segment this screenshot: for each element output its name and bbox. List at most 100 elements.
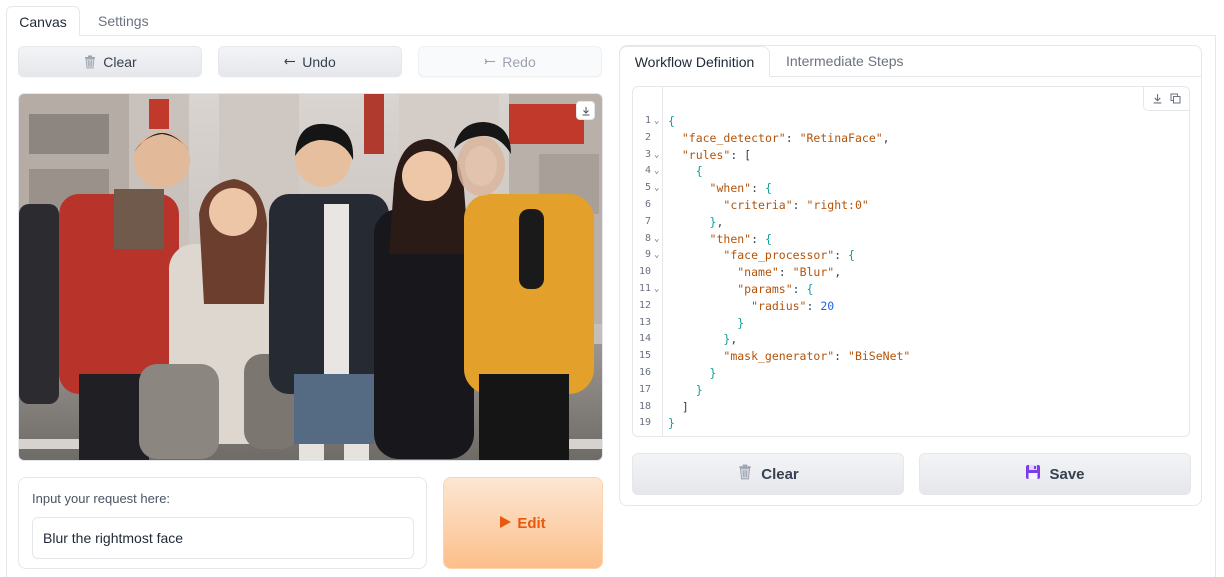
code-line: 7 },	[633, 214, 1189, 231]
code-line: 8 ⌄ "then": {	[633, 231, 1189, 248]
clear-label: Clear	[103, 53, 137, 70]
code-text: "name": "Blur",	[737, 265, 842, 280]
redo-label: Redo	[502, 53, 536, 70]
canvas-image[interactable]	[18, 93, 603, 461]
code-toolbar	[1143, 87, 1189, 111]
code-line: 19}	[633, 415, 1189, 432]
line-number: 7	[644, 215, 651, 227]
line-number: 13	[638, 316, 651, 328]
right-tab-divider	[769, 76, 1201, 77]
save-button[interactable]: Save	[919, 453, 1191, 495]
download-icon	[581, 103, 591, 119]
code-text: "face_processor": {	[723, 248, 855, 263]
redo-icon	[484, 57, 496, 67]
tab-intermediate-steps[interactable]: Intermediate Steps	[786, 46, 904, 77]
fold-chevron-icon[interactable]: ⌄	[654, 163, 659, 180]
code-text: }	[709, 365, 717, 380]
code-line: 14 },	[633, 331, 1189, 348]
undo-icon	[284, 57, 296, 67]
code-line: 2 "face_detector": "RetinaFace",	[633, 130, 1189, 147]
trash-icon	[83, 55, 97, 69]
code-text: }	[668, 416, 675, 431]
save-label: Save	[1049, 465, 1085, 483]
redo-button[interactable]: Redo	[418, 46, 602, 77]
download-code-icon[interactable]	[1152, 91, 1163, 107]
code-text: "params": {	[737, 281, 814, 296]
clear-canvas-button[interactable]: Clear	[18, 46, 202, 77]
request-label: Input your request here:	[32, 491, 171, 506]
workflow-code-editor[interactable]: 1 ⌄{2 "face_detector": "RetinaFace", 3 ⌄ "r…	[632, 86, 1190, 437]
code-line: 17 }	[633, 382, 1189, 399]
code-line: 1 ⌄ {	[633, 113, 1189, 130]
code-text: {	[668, 114, 675, 128]
code-text: ]	[668, 399, 689, 414]
code-lines: 1 ⌄{2 "face_detector": "RetinaFace", 3 ⌄ "r…	[633, 113, 1189, 432]
code-text: },	[709, 214, 724, 229]
edit-button[interactable]: Edit	[443, 477, 603, 569]
line-number: 2	[644, 131, 651, 143]
copy-icon[interactable]	[1170, 91, 1181, 107]
clear-workflow-label: Clear	[761, 465, 799, 483]
line-number: 3	[644, 148, 651, 160]
code-text: "when": {	[709, 181, 772, 196]
top-tab-bar: Canvas Settings	[0, 0, 1224, 36]
code-text: "face_detector": "RetinaFace",	[681, 130, 890, 145]
tab-settings[interactable]: Settings	[82, 6, 165, 36]
tab-canvas[interactable]: Canvas	[6, 6, 80, 36]
tab-workflow-definition[interactable]: Workflow Definition	[619, 46, 770, 77]
line-number: 19	[638, 417, 651, 429]
edit-label: Edit	[517, 514, 546, 532]
street-group-photo	[19, 94, 602, 460]
fold-chevron-icon[interactable]: ⌄	[654, 180, 659, 197]
code-line: 10 "name": "Blur",	[633, 264, 1189, 281]
line-number: 1	[644, 115, 651, 126]
line-number: 5	[644, 182, 651, 194]
fold-chevron-icon[interactable]: ⌄	[654, 113, 659, 130]
code-text: }	[737, 315, 745, 330]
fold-chevron-icon[interactable]: ⌄	[654, 147, 659, 164]
line-number: 16	[638, 366, 651, 378]
line-number: 14	[638, 333, 651, 345]
code-line: 9 ⌄ "face_processor": {	[633, 247, 1189, 264]
line-number: 11	[638, 282, 651, 294]
code-line: 3 ⌄ "rules": [	[633, 147, 1189, 164]
line-number: 8	[644, 232, 651, 244]
line-number: 10	[638, 266, 651, 278]
clear-workflow-button[interactable]: Clear	[632, 453, 904, 495]
code-line: 18 ]	[633, 399, 1189, 416]
code-text: {	[695, 164, 703, 179]
code-line: 4 ⌄ {	[633, 163, 1189, 180]
download-image-button[interactable]	[576, 101, 595, 120]
code-text: "then": {	[709, 231, 772, 246]
fold-chevron-icon[interactable]: ⌄	[654, 231, 659, 248]
floppy-disk-icon	[1025, 464, 1041, 484]
code-text: "criteria": "right:0"	[723, 197, 869, 212]
trash-icon	[737, 464, 753, 484]
code-line: 12 "radius": 20	[633, 298, 1189, 315]
code-line: 6 "criteria": "right:0"	[633, 197, 1189, 214]
fold-chevron-icon[interactable]: ⌄	[654, 281, 659, 298]
code-line: 16 }	[633, 365, 1189, 382]
code-text: },	[723, 332, 738, 347]
code-text: "mask_generator": "BiSeNet"	[723, 349, 911, 364]
line-number: 4	[644, 165, 651, 177]
fold-chevron-icon[interactable]: ⌄	[654, 247, 659, 264]
code-text: "rules": [	[681, 147, 752, 162]
workflow-panel: Workflow Definition Intermediate Steps 1…	[619, 45, 1202, 506]
line-number: 12	[638, 299, 651, 311]
code-line: 13 }	[633, 315, 1189, 332]
line-number: 6	[644, 198, 651, 210]
line-number: 17	[638, 383, 651, 395]
code-text: "radius": 20	[751, 298, 835, 313]
request-input[interactable]: Blur the rightmost face	[32, 517, 414, 559]
undo-button[interactable]: Undo	[218, 46, 402, 77]
request-panel: Input your request here: Blur the rightm…	[18, 477, 427, 569]
play-icon	[500, 515, 512, 532]
code-line: 11 ⌄ "params": {	[633, 281, 1189, 298]
code-line: 15 "mask_generator": "BiSeNet"	[633, 348, 1189, 365]
line-number: 18	[638, 400, 651, 412]
line-number: 9	[644, 249, 651, 261]
code-text: }	[695, 382, 703, 397]
undo-label: Undo	[302, 53, 336, 70]
code-line: 5 ⌄ "when": {	[633, 180, 1189, 197]
